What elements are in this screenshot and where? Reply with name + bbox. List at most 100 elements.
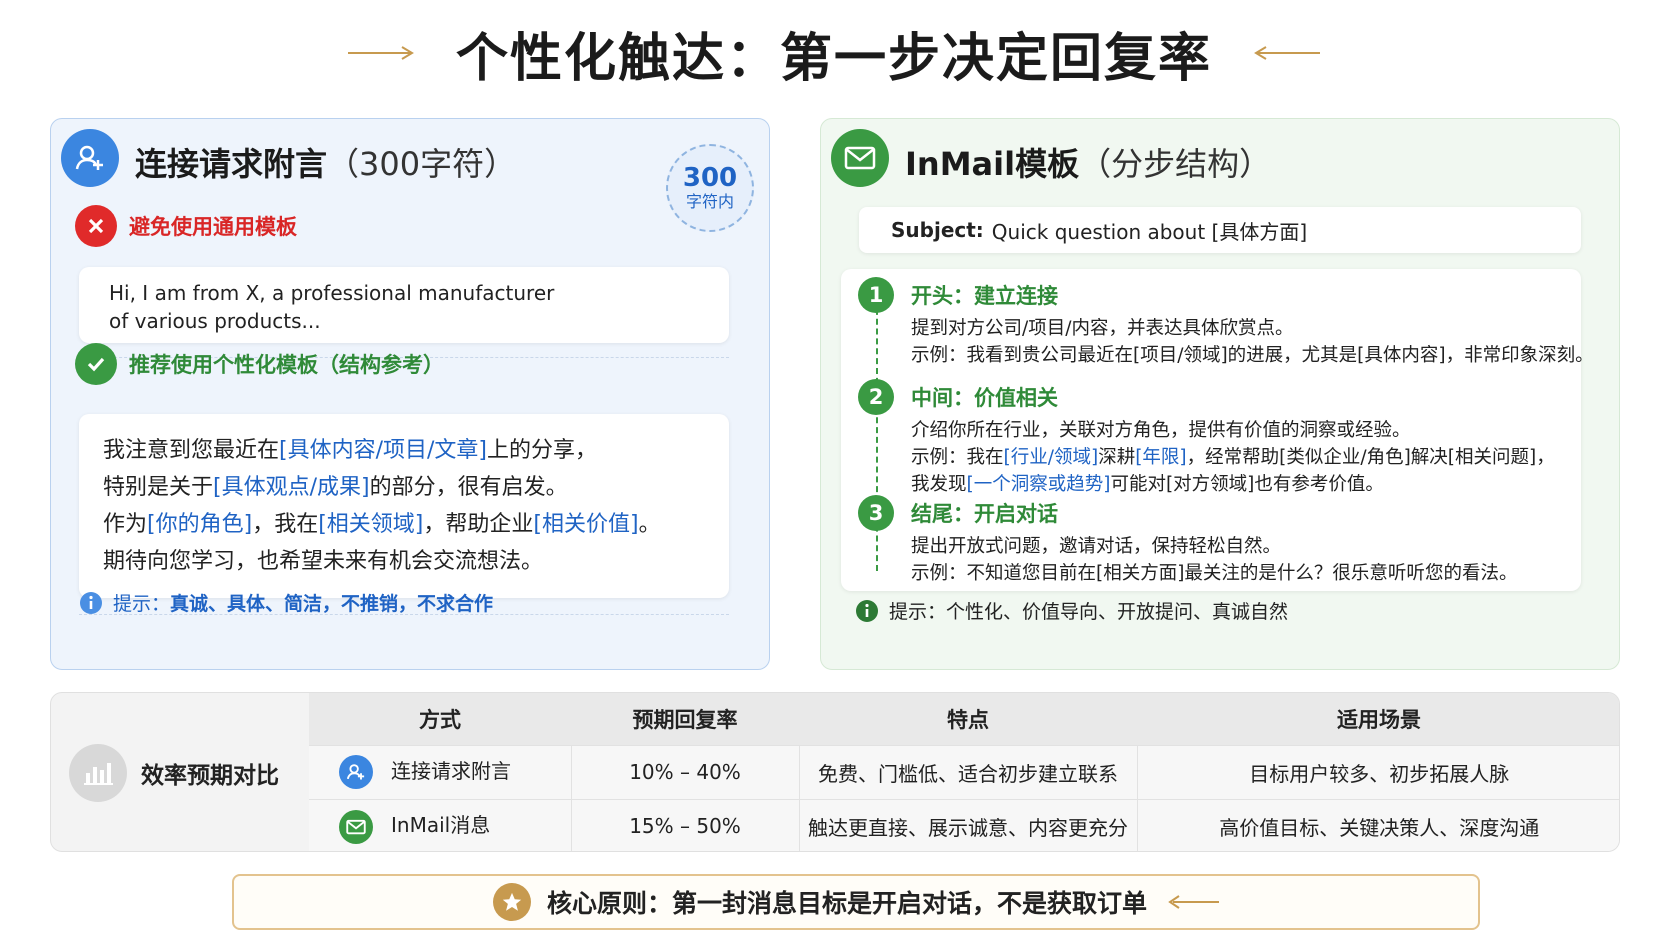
template-text: ，我在 [252, 512, 319, 537]
recommend-label: 推荐使用个性化模板（结构参考） [75, 343, 444, 385]
placeholder-text: [你的角色] [147, 512, 253, 537]
step-title: 结尾：开启对话 [911, 502, 1058, 526]
principle-text: 核心原则：第一封消息目标是开启对话，不是获取订单 [546, 889, 1147, 918]
template-text: 作为 [103, 512, 148, 537]
generic-line-2: of various products... [109, 309, 321, 333]
method-cell: InMail消息 [309, 798, 572, 851]
step-number: 1 [858, 277, 894, 313]
core-principle-banner: 核心原则：第一封消息目标是开启对话，不是获取订单 [232, 874, 1480, 930]
header-method: 方式 [309, 693, 571, 745]
step-body: 提到对方公司/项目/内容，并表达具体欣赏点。示例：我看到贵公司最近在[项目/领域… [911, 315, 1594, 369]
template-text: ，帮助企业 [423, 512, 534, 537]
step-text: 可能对[对方领域]也有参考价值。 [1110, 474, 1384, 495]
recommend-label-text: 推荐使用个性化模板（结构参考） [129, 353, 444, 377]
table-row: InMail消息 15% – 50% 触达更直接、展示诚意、内容更充分 高价值目… [309, 798, 1619, 851]
method-cell: 连接请求附言 [309, 744, 572, 799]
avoid-label: 避免使用通用模板 [75, 205, 297, 247]
star-icon [492, 883, 531, 921]
step-body: 介绍你所在行业，关联对方角色，提供有价值的洞察或经验。示例：我在[行业/领域]深… [911, 417, 1555, 498]
step-title: 开头：建立连接 [911, 284, 1058, 308]
connection-request-card: 连接请求附言（300字符） 300 字符内 避免使用通用模板 Hi, I am … [50, 118, 770, 670]
placeholder-text: [相关价值] [533, 512, 639, 537]
placeholder-text: [相关领域] [318, 512, 424, 537]
generic-template-example: Hi, I am from X, a professional manufact… [79, 267, 729, 343]
template-text: 上的分享， [487, 438, 598, 463]
step-text: 示例：不知道您目前在[相关方面]最关注的是什么？很乐意听听您的看法。 [911, 563, 1518, 584]
mail-icon [831, 129, 889, 187]
card-heading-sub: （分步结构） [1079, 145, 1272, 183]
placeholder-text: [年限] [1135, 447, 1187, 468]
hint-prefix: 提示： [889, 601, 947, 623]
step-line: 示例：我在[行业/领域]深耕[年限]，经常帮助[类似企业/角色]解决[相关问题]… [911, 444, 1555, 471]
step-line: 提出开放式问题，邀请对话，保持轻松自然。 [911, 533, 1517, 560]
char-limit-badge: 300 字符内 [666, 144, 754, 232]
step-text: ，经常帮助[类似企业/角色]解决[相关问题]， [1186, 447, 1555, 468]
check-icon [75, 343, 117, 385]
arrow-left-deco-icon [1168, 895, 1219, 909]
step-line: 提到对方公司/项目/内容，并表达具体欣赏点。 [911, 315, 1594, 342]
subject-text: Quick question about [具体方面] [991, 219, 1308, 244]
page-title: 个性化触达：第一步决定回复率 [455, 27, 1212, 89]
step-title: 中间：价值相关 [911, 386, 1058, 410]
card-heading-main: 连接请求附言 [135, 145, 328, 183]
feature-cell: 触达更直接、展示诚意、内容更充分 [799, 798, 1138, 851]
template-line: 我注意到您最近在[具体内容/项目/文章]上的分享， [103, 432, 705, 469]
step-line: 示例：不知道您目前在[相关方面]最关注的是什么？很乐意听听您的看法。 [911, 560, 1517, 587]
template-text: 特别是关于 [103, 475, 214, 500]
header-rate: 预期回复率 [571, 693, 799, 745]
template-text: 。 [638, 512, 661, 537]
hint-text: 真诚、具体、简洁，不推销，不求合作 [170, 593, 494, 615]
info-icon [856, 599, 878, 622]
header-scenario: 适用场景 [1137, 693, 1619, 745]
scenario-cell: 目标用户较多、初步拓展人脉 [1137, 744, 1619, 799]
step-text: 我发现 [911, 474, 967, 495]
template-text: 的部分，很有启发。 [369, 475, 568, 500]
placeholder-text: [具体观点/成果] [213, 475, 370, 500]
inmail-template-card: InMail模板（分步结构） Subject: Quick question a… [820, 118, 1620, 670]
rate-cell: 15% – 50% [571, 798, 800, 851]
method-name: InMail消息 [391, 813, 491, 837]
steps-box: 1 开头：建立连接提到对方公司/项目/内容，并表达具体欣赏点。示例：我看到贵公司最… [841, 269, 1594, 591]
step-text: 介绍你所在行业，关联对方角色，提供有价值的洞察或经验。 [911, 420, 1411, 441]
hint-prefix: 提示： [113, 593, 171, 615]
table-row: 连接请求附言 10% – 40% 免费、门槛低、适合初步建立联系 目标用户较多、… [309, 744, 1619, 799]
step-number: 3 [858, 495, 894, 531]
generic-line-1: Hi, I am from X, a professional manufact… [109, 281, 555, 305]
table-header-row: 方式 预期回复率 特点 适用场景 [309, 693, 1619, 745]
personalized-template-example: 我注意到您最近在[具体内容/项目/文章]上的分享， 特别是关于[具体观点/成果]的… [79, 414, 729, 598]
badge-label: 字符内 [685, 192, 734, 211]
left-hint: 提示： 真诚、具体、简洁，不推销，不求合作 [79, 589, 493, 616]
hint-text: 个性化、价值导向、开放提问、真诚自然 [946, 601, 1289, 623]
title-row: 个性化触达：第一步决定回复率 [0, 18, 1668, 89]
step-text: 提到对方公司/项目/内容，并表达具体欣赏点。 [911, 318, 1294, 339]
header-feature: 特点 [799, 693, 1137, 745]
template-line: 作为[你的角色]，我在[相关领域]，帮助企业[相关价值]。 [103, 506, 705, 543]
add-user-icon [61, 129, 119, 187]
step-text: 示例：我看到贵公司最近在[项目/领域]的进展，尤其是[具体内容]，非常印象深刻。 [911, 345, 1594, 366]
info-icon [80, 591, 102, 614]
step-line: 介绍你所在行业，关联对方角色，提供有价值的洞察或经验。 [911, 417, 1555, 444]
add-user-icon [339, 755, 373, 790]
comparison-table: 方式 预期回复率 特点 适用场景 连接请求附言 10% – 40% 免费、门槛低… [309, 693, 1619, 851]
arrow-left-deco-icon [1254, 46, 1320, 60]
placeholder-text: [具体内容/项目/文章] [279, 438, 488, 463]
error-icon [75, 205, 117, 247]
feature-cell: 免费、门槛低、适合初步建立联系 [799, 744, 1138, 799]
template-line: 特别是关于[具体观点/成果]的部分，很有启发。 [103, 469, 705, 506]
step-text: 提出开放式问题，邀请对话，保持轻松自然。 [911, 536, 1282, 557]
template-text: 期待向您学习，也希望未来有机会交流想法。 [103, 549, 544, 574]
comparison-label: 效率预期对比 [141, 763, 279, 789]
scenario-cell: 高价值目标、关键决策人、深度沟通 [1137, 798, 1619, 851]
step-number: 2 [858, 379, 894, 415]
step-text: 深耕 [1098, 447, 1136, 468]
card-heading-main: InMail模板 [905, 145, 1080, 183]
avoid-label-text: 避免使用通用模板 [129, 215, 297, 239]
template-text: 我注意到您最近在 [103, 438, 280, 463]
badge-number: 300 [682, 163, 738, 193]
step-body: 提出开放式问题，邀请对话，保持轻松自然。示例：不知道您目前在[相关方面]最关注的… [911, 533, 1517, 587]
right-hint: 提示： 个性化、价值导向、开放提问、真诚自然 [855, 597, 1288, 624]
template-line: 期待向您学习，也希望未来有机会交流想法。 [103, 543, 705, 580]
card-heading-sub: （300字符） [327, 145, 517, 183]
arrow-right-deco-icon [347, 46, 414, 60]
comparison-label-block: 效率预期对比 [51, 693, 309, 851]
